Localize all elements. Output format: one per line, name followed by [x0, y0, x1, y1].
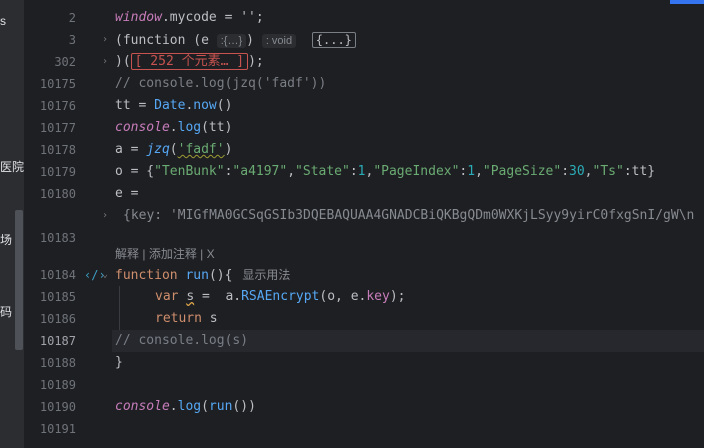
left-panel-fragment[interactable]: 医院: [0, 158, 24, 175]
line-number: 10180: [39, 187, 76, 201]
expand-arrow-icon[interactable]: ›: [102, 29, 108, 51]
code-line[interactable]: o = {"TenBunk":"a4197","State":1,"PageIn…: [115, 161, 655, 183]
code-line[interactable]: }: [115, 352, 123, 374]
code-line[interactable]: e =: [115, 183, 138, 205]
line-number: 10183: [39, 231, 76, 245]
line-number: 302: [54, 55, 76, 69]
annotation-bar: 解释 | 添加注释 | X: [115, 247, 215, 261]
line-number: 3: [68, 33, 76, 47]
line-number: 10191: [39, 422, 76, 436]
close-annotation-button[interactable]: X: [207, 247, 215, 261]
line-number: 10187: [39, 334, 76, 348]
line-number: 10190: [39, 400, 76, 414]
code-line[interactable]: (function (e :{…}) : void {...}: [115, 29, 356, 51]
line-number: 10178: [39, 143, 76, 157]
line-number: 10185: [39, 290, 76, 304]
collapsed-object-preview[interactable]: {key: 'MIGfMA0GCSqGSIb3DQEBAQUAA4GNADCBi…: [123, 205, 694, 227]
left-panel-fragment[interactable]: 场: [0, 231, 12, 248]
code-line[interactable]: a = jzq('fadf'): [115, 139, 232, 161]
parameter-type-hint: :{…}: [216, 34, 247, 48]
code-line[interactable]: window.mycode = '';: [115, 7, 264, 29]
line-number: 10188: [39, 356, 76, 370]
explain-link[interactable]: 解释: [115, 247, 139, 261]
code-line-comment[interactable]: // console.log(jzq('fadf')): [115, 73, 326, 95]
code-line[interactable]: return s: [155, 308, 218, 330]
code-line[interactable]: tt = Date.now(): [115, 95, 232, 117]
left-panel-fragment[interactable]: s: [0, 14, 6, 28]
code-line[interactable]: )([ 252 个元素… ]);: [115, 51, 264, 73]
line-number: 10186: [39, 312, 76, 326]
indent-guide: [119, 286, 120, 330]
left-panel-scrollbar[interactable]: [15, 210, 23, 350]
return-type-hint: : void: [261, 34, 297, 48]
code-line[interactable]: function run(){显示用法: [115, 264, 290, 286]
editor-scroll-indicator: [670, 0, 704, 4]
code-line-comment[interactable]: // console.log(s): [115, 330, 248, 352]
expand-arrow-icon[interactable]: ›: [102, 51, 108, 73]
expand-arrow-icon[interactable]: ›: [102, 205, 108, 227]
line-number: 10175: [39, 77, 76, 91]
folded-array[interactable]: [ 252 个元素… ]: [130, 53, 249, 70]
left-side-panel: s 医院 场 码: [0, 0, 24, 448]
line-number: 2: [68, 11, 76, 25]
collapse-arrow-icon[interactable]: ⌄: [102, 264, 108, 286]
line-number: 10189: [39, 378, 76, 392]
line-number: 10184: [39, 268, 76, 282]
add-comment-link[interactable]: 添加注释: [149, 247, 197, 261]
line-number-gutter: 2 3 › 302 › 10175 10176 10177 10178 1017…: [24, 0, 112, 448]
code-line[interactable]: var s = a.RSAEncrypt(o, e.key);: [155, 286, 406, 308]
code-line[interactable]: console.log(run()): [115, 396, 256, 418]
line-number: 10177: [39, 121, 76, 135]
code-line[interactable]: console.log(tt): [115, 117, 232, 139]
line-number: 10179: [39, 165, 76, 179]
line-number: 10176: [39, 99, 76, 113]
left-panel-fragment[interactable]: 码: [0, 303, 12, 320]
folded-region[interactable]: {...}: [311, 32, 356, 48]
show-usages-hint[interactable]: 显示用法: [242, 268, 290, 282]
